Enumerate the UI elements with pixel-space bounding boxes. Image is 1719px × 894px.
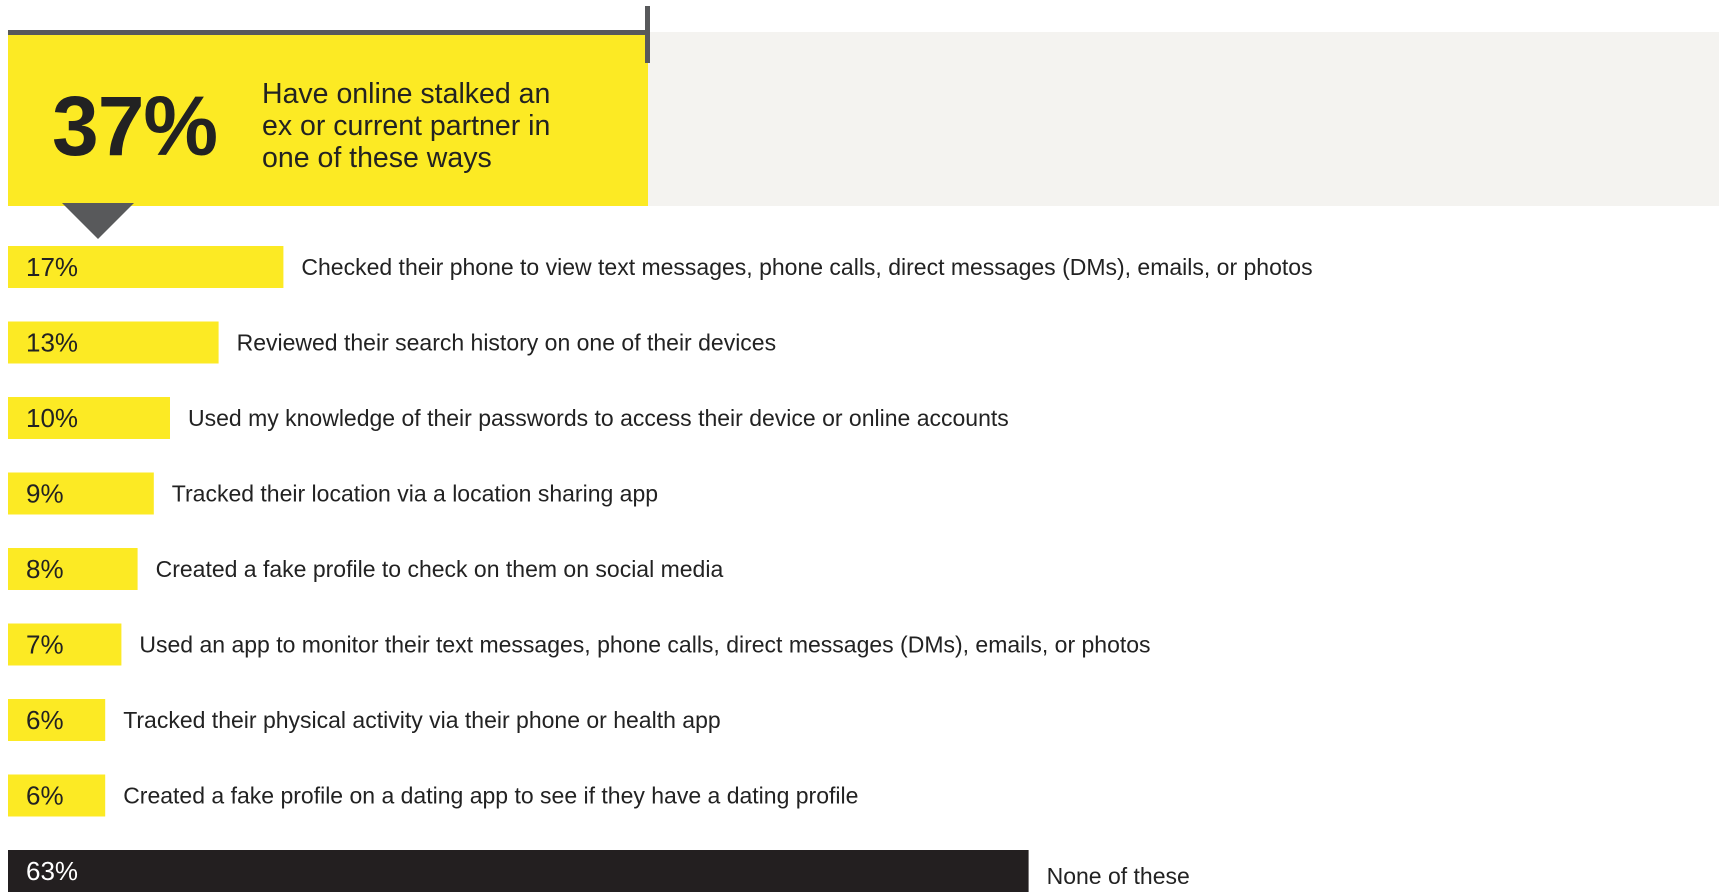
bar-5	[8, 623, 122, 666]
bar-value-label-7: 6%	[26, 781, 64, 811]
bar-value-label-8: 63%	[26, 856, 78, 886]
bar-category-label-5: Used an app to monitor their text messag…	[139, 632, 1150, 658]
bar-value-label-5: 7%	[26, 630, 64, 660]
bar-category-label-8: None of these	[1047, 863, 1190, 889]
bar-category-label-0: Checked their phone to view text message…	[301, 254, 1312, 280]
bar-value-label-2: 10%	[26, 403, 78, 433]
bar-category-label-3: Tracked their location via a location sh…	[172, 481, 658, 507]
bar-category-label-4: Created a fake profile to check on them …	[156, 556, 724, 582]
bar-8	[8, 850, 1029, 892]
bar-value-label-6: 6%	[26, 705, 64, 735]
bar-category-label-2: Used my knowledge of their passwords to …	[188, 405, 1009, 431]
bar-category-label-6: Tracked their physical activity via thei…	[123, 707, 720, 733]
bar-category-label-7: Created a fake profile on a dating app t…	[123, 783, 858, 809]
bar-value-label-1: 13%	[26, 328, 78, 358]
bar-value-label-0: 17%	[26, 252, 78, 282]
bar-value-label-4: 8%	[26, 554, 64, 584]
bar-chart: 17% Checked their phone to view text mess…	[8, 246, 1313, 892]
bar-category-label-1: Reviewed their search history on one of …	[237, 330, 777, 356]
bar-value-label-3: 9%	[26, 479, 64, 509]
